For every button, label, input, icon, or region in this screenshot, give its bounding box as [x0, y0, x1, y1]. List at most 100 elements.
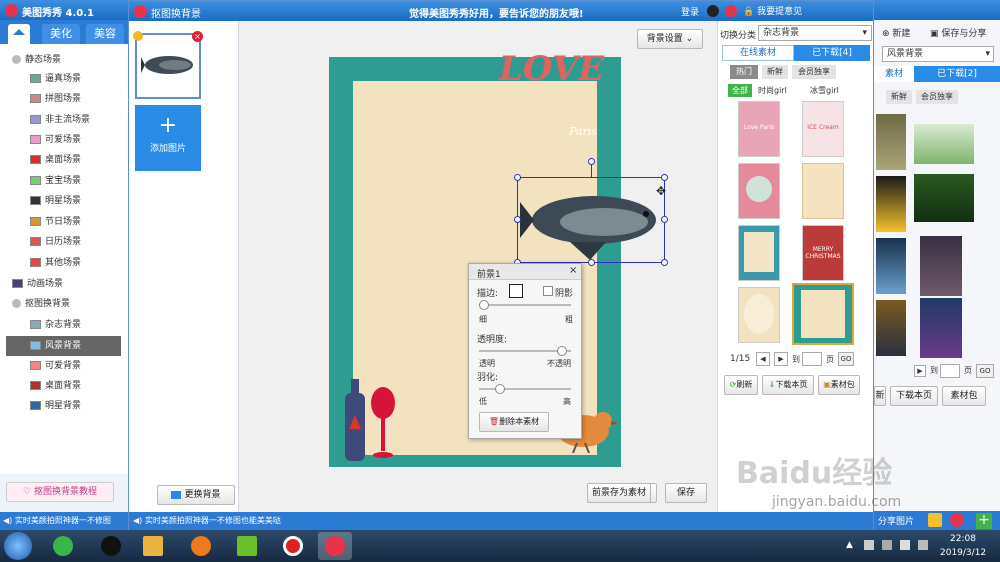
border-slider[interactable]	[479, 300, 571, 310]
taskbar-app-explorer[interactable]	[136, 532, 170, 560]
resize-handle[interactable]	[661, 216, 668, 223]
tray-flag-icon[interactable]	[882, 540, 892, 550]
tree-item-selected[interactable]: 风景背景	[6, 336, 121, 356]
tray-arrow-icon[interactable]: ▲	[846, 540, 853, 550]
tree-item[interactable]: 逼真场景	[30, 69, 81, 89]
home-tab[interactable]	[8, 24, 30, 44]
category-select[interactable]: 杂志背景 ▾	[758, 25, 872, 41]
thumb[interactable]	[876, 114, 906, 170]
change-background-button[interactable]: 更换背景	[157, 485, 235, 505]
filter-ice-girl[interactable]: 冰雪girl	[810, 85, 839, 96]
tab-beauty[interactable]: 美容	[86, 24, 124, 44]
filter-all[interactable]: 全部	[728, 84, 752, 97]
material-thumb[interactable]: Love Paris	[738, 101, 780, 157]
taskbar-app-firefox[interactable]	[184, 532, 218, 560]
clock-time[interactable]: 22:08	[950, 534, 976, 544]
tree-item[interactable]: 宝宝场景	[30, 171, 81, 191]
remove-thumb-icon[interactable]: ×	[192, 31, 203, 42]
vip-crown-icon[interactable]	[928, 513, 942, 527]
tree-item[interactable]: 可爱背景	[30, 356, 81, 376]
main-go-button[interactable]: GO	[976, 364, 994, 378]
taskbar-app-player[interactable]	[230, 532, 264, 560]
main-tab-downloaded[interactable]: 已下载[2]	[914, 66, 1000, 82]
material-thumb[interactable]	[802, 163, 844, 219]
opacity-slider[interactable]	[479, 346, 571, 356]
material-thumb[interactable]: MERRY CHRISTMAS	[802, 225, 844, 281]
main-category-select[interactable]: 风景背景 ▾	[882, 46, 994, 62]
rotate-handle[interactable]	[588, 158, 595, 165]
thumb[interactable]	[876, 176, 906, 232]
tree-group-cutout[interactable]: 抠图换背景	[12, 294, 70, 314]
shadow-checkbox[interactable]	[543, 286, 553, 296]
next-page-button[interactable]: ▶	[914, 365, 926, 377]
tray-input-icon[interactable]	[918, 540, 928, 550]
border-slider-knob[interactable]	[479, 300, 489, 310]
page-input[interactable]	[802, 352, 822, 366]
material-thumb[interactable]	[738, 287, 780, 343]
new-button[interactable]: ⊕ 新建	[882, 26, 910, 39]
weibo-icon[interactable]	[950, 513, 964, 527]
feather-slider-knob[interactable]	[495, 384, 506, 394]
resize-handle[interactable]	[588, 259, 595, 266]
main-sub-vip[interactable]: 会员独享	[916, 90, 958, 104]
tree-item[interactable]: 明星背景	[30, 396, 81, 416]
close-icon[interactable]: ×	[569, 265, 577, 276]
material-pack-button[interactable]: ▣素材包	[818, 375, 860, 395]
tree-item[interactable]: 桌面背景	[30, 376, 81, 396]
add-icon[interactable]: +	[976, 513, 992, 529]
feather-slider[interactable]	[479, 384, 571, 394]
save-foreground-as-material-button[interactable]: 前景存为素材	[587, 483, 651, 503]
taskbar-app-qq[interactable]	[94, 532, 128, 560]
foreground-thumb[interactable]: ×	[133, 31, 203, 99]
tree-item[interactable]: 日历场景	[30, 232, 81, 252]
go-button[interactable]: GO	[838, 352, 854, 366]
tutorial-button[interactable]: ♡ 抠图换背景教程	[6, 482, 114, 502]
tray-network-icon[interactable]	[864, 540, 874, 550]
filter-fashion-girl[interactable]: 时尚girl	[758, 85, 787, 96]
opacity-slider-knob[interactable]	[556, 346, 567, 356]
sub-tab-vip[interactable]: 会员独享	[792, 65, 836, 79]
main-page-input[interactable]	[940, 364, 960, 378]
tree-item[interactable]: 节日场景	[30, 212, 81, 232]
sub-tab-latest[interactable]: 新鲜	[762, 65, 788, 79]
material-thumb[interactable]: ICE Cream	[802, 101, 844, 157]
resize-handle[interactable]	[514, 216, 521, 223]
resize-handle[interactable]	[661, 174, 668, 181]
main-download-page-button[interactable]: 下载本页	[890, 386, 938, 406]
material-thumb[interactable]	[738, 163, 780, 219]
save-button[interactable]: 保存	[665, 483, 707, 503]
feedback-link[interactable]: 🔒 我要提意见	[743, 4, 802, 17]
tab-online-materials[interactable]: 在线素材	[722, 45, 794, 61]
clock-date[interactable]: 2019/3/12	[940, 548, 986, 558]
delete-material-button[interactable]: 🗑删除本素材	[479, 412, 549, 432]
tree-item[interactable]: 其他场景	[30, 253, 81, 273]
background-settings-button[interactable]: 背景设置 ⌄	[637, 29, 703, 49]
tree-item[interactable]: 明星场景	[30, 191, 81, 211]
resize-handle[interactable]	[514, 174, 521, 181]
tray-volume-icon[interactable]	[900, 540, 910, 550]
tree-group-animated[interactable]: 动画场景	[12, 274, 63, 294]
add-image-button[interactable]: + 添加图片	[135, 105, 201, 171]
refresh-button-partial[interactable]: 新	[874, 386, 886, 406]
thumb[interactable]	[876, 238, 906, 294]
download-page-button[interactable]: ⇓下载本页	[762, 375, 814, 395]
taskbar-app-360[interactable]	[46, 532, 80, 560]
main-sub-latest[interactable]: 新鲜	[886, 90, 912, 104]
thumb[interactable]	[876, 300, 906, 356]
thumb[interactable]	[920, 298, 962, 358]
tree-item[interactable]: 桌面场景	[30, 150, 81, 170]
main-material-pack-button[interactable]: 素材包	[942, 386, 986, 406]
tree-item[interactable]: 非主流场景	[30, 110, 90, 130]
prev-page-button[interactable]: ◀	[756, 352, 770, 366]
login-link[interactable]: 登录	[681, 5, 699, 18]
start-button[interactable]	[4, 532, 32, 560]
save-share-button[interactable]: ▣ 保存与分享	[930, 26, 986, 39]
resize-handle[interactable]	[661, 259, 668, 266]
tab-downloaded[interactable]: 已下载[4]	[794, 45, 870, 61]
thumb[interactable]	[920, 236, 962, 296]
next-page-button[interactable]: ▶	[774, 352, 788, 366]
refresh-button[interactable]: ⟳刷新	[724, 375, 758, 395]
sub-tab-hot[interactable]: 热门	[730, 65, 758, 79]
border-color-swatch[interactable]	[509, 284, 523, 298]
taskbar-app-recorder[interactable]	[276, 532, 310, 560]
